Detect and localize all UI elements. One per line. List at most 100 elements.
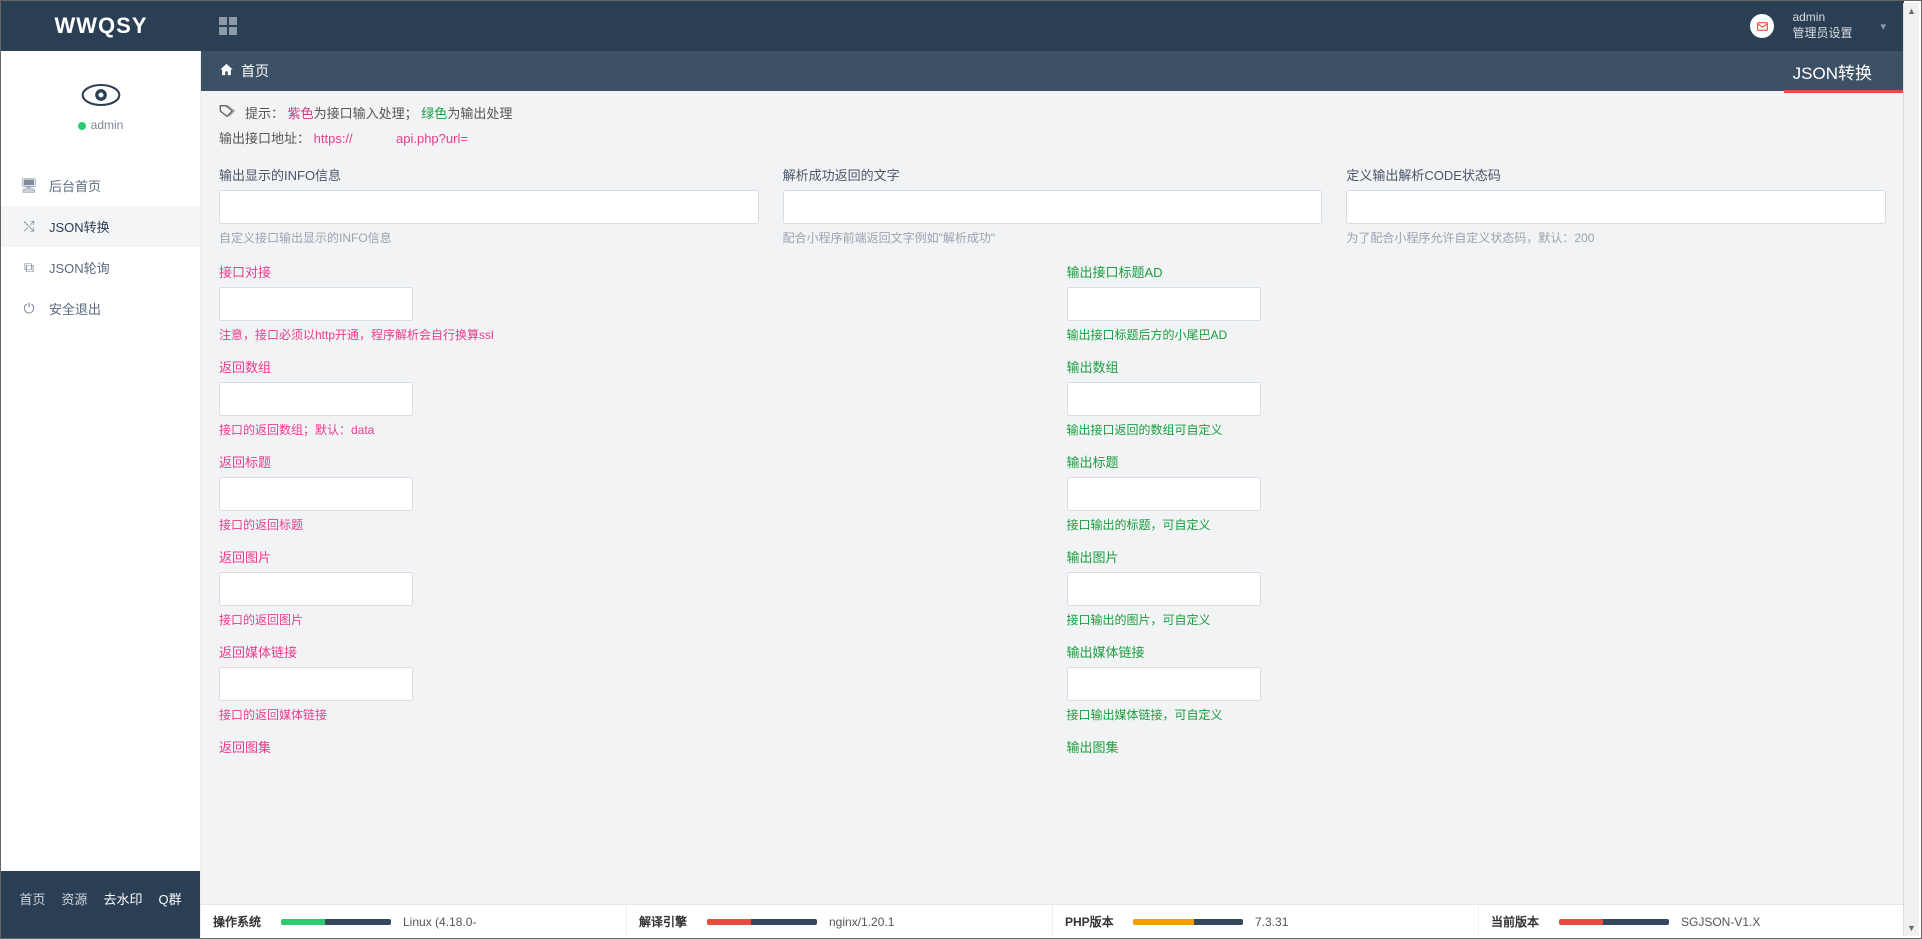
code-input[interactable] [1346, 190, 1886, 224]
field-success-text: 解析成功返回的文字 配合小程序前端返回文字例如"解析成功" [783, 165, 1323, 246]
footer-link-watermark[interactable]: 去水印 [103, 889, 142, 908]
stat-value: nginx/1.20.1 [829, 915, 894, 929]
footer-link-home[interactable]: 首页 [19, 889, 45, 908]
progress-bar [1133, 919, 1243, 925]
input-column: 接口对接注意，接口必须以http开通，程序解析会自行换算ssl 返回数组接口的返… [219, 262, 1039, 770]
stat-label: PHP版本 [1065, 913, 1121, 930]
return-image-input[interactable] [219, 572, 413, 606]
stat-label: 操作系统 [213, 913, 269, 930]
field-label: 输出标题 [1067, 452, 1887, 471]
sidebar-item-logout[interactable]: ⏻安全退出 [1, 288, 200, 329]
avatar [1, 51, 200, 118]
tip-green-word: 绿色 [421, 106, 447, 121]
vertical-scrollbar[interactable]: ▲ ▼ [1903, 3, 1919, 936]
tags-icon [219, 104, 235, 121]
field-help: 输出接口返回的数组可自定义 [1067, 421, 1887, 438]
field-help: 注意，接口必须以http开通，程序解析会自行换算ssl [219, 326, 1039, 343]
field-label: 返回图片 [219, 547, 1039, 566]
field-label: 输出数组 [1067, 357, 1887, 376]
field-info: 输出显示的INFO信息 自定义接口输出显示的INFO信息 [219, 165, 759, 246]
scroll-down-arrow-icon[interactable]: ▼ [1904, 920, 1919, 936]
output-array-input[interactable] [1067, 382, 1261, 416]
output-title-input[interactable] [1067, 477, 1261, 511]
footer-link-qgroup[interactable]: Q群 [158, 889, 181, 908]
breadcrumb: 首页 JSON转换 [201, 51, 1904, 91]
tip-green-desc: 为输出处理 [447, 106, 512, 121]
sidebar-item-home[interactable]: 🖥后台首页 [1, 165, 200, 206]
header-username: admin [1792, 10, 1852, 26]
field-help: 配合小程序前端返回文字例如"解析成功" [783, 229, 1323, 246]
stat-php: PHP版本 7.3.31 [1053, 905, 1479, 938]
tip-row: 提示： 紫色为接口输入处理； 绿色为输出处理 [219, 103, 1886, 122]
breadcrumb-home[interactable]: 首页 [241, 61, 269, 81]
output-address-row: 输出接口地址： https:// api.php?url= [219, 128, 1886, 147]
field-label: 返回图集 [219, 737, 1039, 756]
field-help: 为了配合小程序允许自定义状态码，默认：200 [1346, 229, 1886, 246]
field-label: 返回媒体链接 [219, 642, 1039, 661]
sidebar: admin 🖥后台首页 ⤭JSON转换 ⧉JSON轮询 ⏻安全退出 首页 资源 … [1, 51, 201, 938]
stat-value: 7.3.31 [1255, 915, 1288, 929]
home-icon[interactable] [219, 62, 234, 80]
power-icon: ⏻ [21, 300, 37, 317]
stat-os: 操作系统 Linux (4.18.0- [201, 905, 627, 938]
field-help: 输出接口标题后方的小尾巴AD [1067, 326, 1887, 343]
eye-icon [77, 81, 125, 109]
mail-icon[interactable] [1750, 14, 1774, 38]
field-help: 接口输出的标题，可自定义 [1067, 516, 1887, 533]
scrollbar-track[interactable] [1904, 19, 1919, 920]
field-label: 输出显示的INFO信息 [219, 165, 759, 184]
chevron-down-icon[interactable]: ▾ [1880, 20, 1886, 33]
return-array-input[interactable] [219, 382, 413, 416]
stat-label: 解译引擎 [639, 913, 695, 930]
info-input[interactable] [219, 190, 759, 224]
active-tab-underline [1784, 90, 1904, 93]
scroll-up-arrow-icon[interactable]: ▲ [1904, 3, 1919, 19]
field-label: 输出接口标题AD [1067, 262, 1887, 281]
sidebar-item-json-convert[interactable]: ⤭JSON转换 [1, 206, 200, 247]
output-media-input[interactable] [1067, 667, 1261, 701]
output-title-ad-input[interactable] [1067, 287, 1261, 321]
page-content: 提示： 紫色为接口输入处理； 绿色为输出处理 输出接口地址： https:// … [201, 91, 1904, 904]
field-label: 返回标题 [219, 452, 1039, 471]
page-title: JSON转换 [1779, 53, 1886, 90]
field-help: 接口的返回数组；默认：data [219, 421, 1039, 438]
field-label: 输出图集 [1067, 737, 1887, 756]
field-label: 输出媒体链接 [1067, 642, 1887, 661]
addr-label: 输出接口地址： [219, 131, 310, 146]
field-label: 输出图片 [1067, 547, 1887, 566]
sidebar-username: admin [1, 118, 200, 150]
user-area[interactable]: admin 管理员设置 ▾ [1750, 10, 1886, 41]
sidebar-item-label: 后台首页 [49, 176, 101, 195]
progress-bar [707, 919, 817, 925]
copy-icon: ⧉ [21, 259, 37, 276]
output-image-input[interactable] [1067, 572, 1261, 606]
statusbar: 操作系统 Linux (4.18.0- 解译引擎 nginx/1.20.1 PH… [201, 904, 1904, 938]
sidebar-item-json-poll[interactable]: ⧉ JSON轮询 [1, 247, 200, 288]
topbar: WWQSY admin 管理员设置 ▾ [1, 1, 1904, 51]
return-title-input[interactable] [219, 477, 413, 511]
status-dot-icon [78, 122, 86, 130]
sidebar-item-label: JSON轮询 [49, 258, 110, 277]
addr-url: https:// api.php?url= [314, 131, 468, 146]
return-media-input[interactable] [219, 667, 413, 701]
field-label: 返回数组 [219, 357, 1039, 376]
field-help: 接口输出媒体链接，可自定义 [1067, 706, 1887, 723]
field-label: 定义输出解析CODE状态码 [1346, 165, 1886, 184]
stat-value: Linux (4.18.0- [403, 915, 476, 929]
field-help: 接口的返回标题 [219, 516, 1039, 533]
logo[interactable]: WWQSY [1, 1, 201, 51]
stat-value: SGJSON-V1.X [1681, 915, 1760, 929]
success-text-input[interactable] [783, 190, 1323, 224]
apps-icon[interactable] [219, 17, 237, 35]
field-help: 自定义接口输出显示的INFO信息 [219, 229, 759, 246]
progress-bar [281, 919, 391, 925]
api-endpoint-input[interactable] [219, 287, 413, 321]
field-help: 接口输出的图片，可自定义 [1067, 611, 1887, 628]
stat-label: 当前版本 [1491, 913, 1547, 930]
sidebar-item-label: JSON转换 [49, 217, 110, 236]
header-user-sub: 管理员设置 [1792, 26, 1852, 42]
field-label: 接口对接 [219, 262, 1039, 281]
footer-link-resources[interactable]: 资源 [61, 889, 87, 908]
stat-version: 当前版本 SGJSON-V1.X [1479, 905, 1904, 938]
progress-bar [1559, 919, 1669, 925]
